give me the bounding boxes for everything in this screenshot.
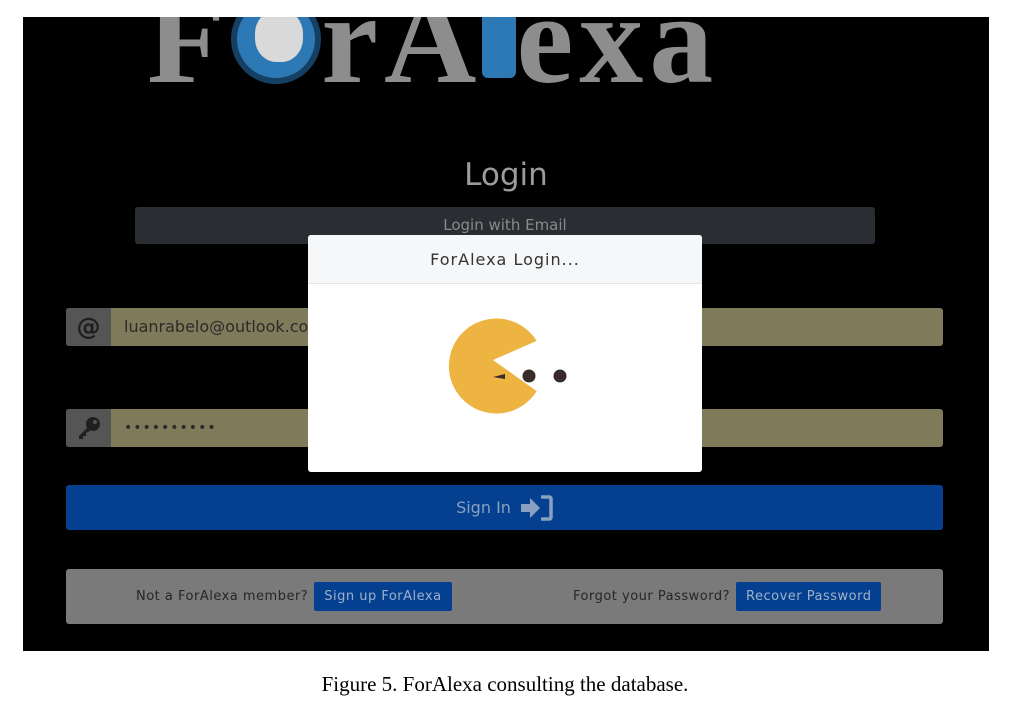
modal-body — [308, 284, 702, 472]
foralexa-logo: FrA exa — [147, 17, 719, 103]
sign-in-button[interactable]: Sign In — [66, 485, 943, 530]
forgot-question: Forgot your Password? — [573, 589, 731, 604]
key-icon — [66, 409, 111, 447]
app-screen: FrA exa Login Login with Email @ luanrabe… — [23, 17, 989, 651]
recover-password-button[interactable]: Recover Password — [736, 582, 882, 611]
account-links-bar: Not a ForAlexa member? Sign up ForAlexa … — [66, 569, 943, 624]
modal-title: ForAlexa Login... — [308, 235, 702, 284]
password-value: •••••••••• — [124, 420, 217, 436]
page-title: Login — [464, 157, 548, 193]
sign-in-label: Sign In — [456, 498, 511, 517]
globe-logo-icon — [231, 17, 322, 84]
member-question: Not a ForAlexa member? — [136, 589, 309, 604]
sign-in-arrow-icon — [520, 494, 553, 521]
pacman-loader-icon — [448, 318, 567, 414]
at-sign-icon: @ — [66, 308, 111, 346]
email-value: luanrabelo@outlook.com — [124, 317, 324, 336]
login-progress-modal: ForAlexa Login... — [308, 235, 702, 472]
figure-caption: Figure 5. ForAlexa consulting the databa… — [321, 672, 689, 696]
sign-up-button[interactable]: Sign up ForAlexa — [314, 582, 452, 611]
exclaim-logo-icon — [482, 17, 517, 78]
